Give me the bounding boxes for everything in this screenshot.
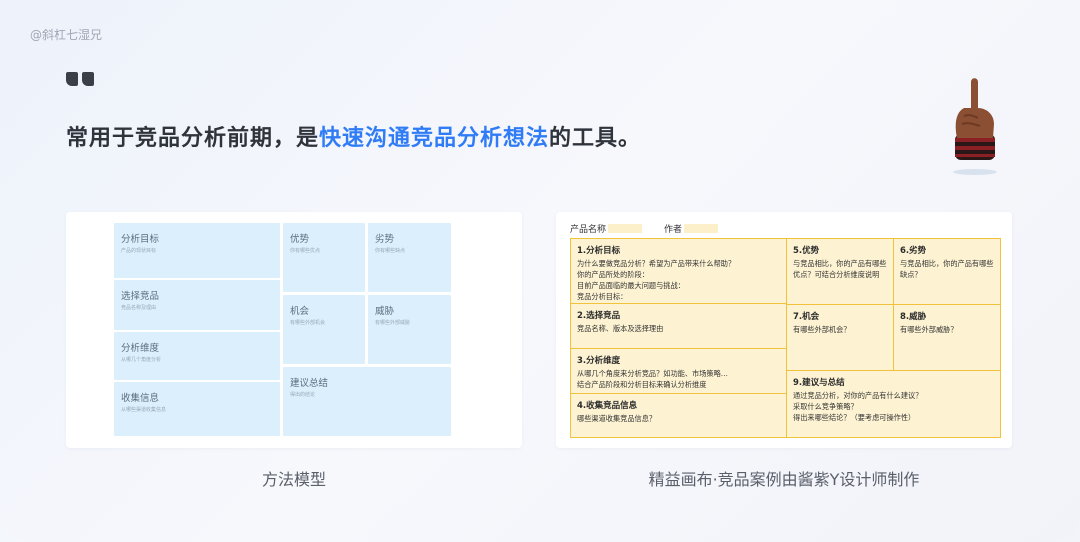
cell-line: 竞品名称、版本及选择理由 (577, 324, 664, 333)
product-name-blank (608, 224, 642, 233)
pointing-hand-icon (953, 78, 997, 175)
cell-line: 竞品分析目标： (577, 292, 628, 301)
lean-canvas-case: 产品名称 作者 1.分析目标 为什么要做竞品分析？希望为产品带来什么帮助？ 你的… (556, 212, 1012, 448)
lean-cell-threat: 8.威胁 有哪些外部威胁？ (893, 304, 1001, 371)
cell-title: 优势 (290, 234, 310, 245)
cell-title: 选择竞品 (121, 291, 160, 302)
cell-line: 优点？可结合分析维度说明 (793, 270, 880, 279)
cell-line: 你的产品所处的阶段： (577, 270, 649, 279)
cell-title: 3.分析维度 (577, 356, 621, 366)
canvas-cell-collect: 收集信息 从哪些渠道收集信息 (114, 382, 280, 436)
cell-subtitle: 竞品名称及理由 (121, 305, 157, 311)
cell-subtitle: 有哪些外部威胁 (375, 320, 411, 326)
headline-post: 的工具。 (549, 126, 642, 151)
cell-line: 从哪几个角度来分析竞品？如功能、市场策略… (577, 369, 728, 378)
lean-cell-summary: 9.建议与总结 通过竞品分析，对你的产品有什么建议？ 采取什么竞争策略？ 得出来… (786, 370, 1001, 438)
cell-title: 4.收集竞品信息 (577, 401, 638, 411)
canvas-cell-summary: 建议总结 得出的结论 (283, 367, 451, 436)
cell-line: 缺点？ (900, 270, 922, 279)
canvas-cell-dimension: 分析维度 从哪几个角度分析 (114, 332, 280, 380)
author-watermark: @斜杠七湿兄 (30, 28, 103, 42)
canvas-cell-weakness: 劣势 你有哪些缺点 (368, 223, 451, 292)
cell-line: 目前产品面临的最大问题与挑战： (577, 281, 685, 290)
cell-title: 6.劣势 (900, 246, 927, 256)
headline-pre: 常用于竞品分析前期，是 (66, 126, 320, 151)
cell-title: 建议总结 (290, 378, 329, 389)
cell-title: 9.建议与总结 (793, 378, 845, 388)
cell-line: 与竞品相比，你的产品有哪些 (900, 259, 994, 268)
quote-mark-icon (66, 72, 94, 86)
cell-title: 2.选择竞品 (577, 311, 621, 321)
lean-cell-dimension: 3.分析维度 从哪几个角度来分析竞品？如功能、市场策略… 结合产品阶段和分析目标… (570, 348, 787, 394)
canvas-cell-threat: 威胁 有哪些外部威胁 (368, 295, 451, 364)
cell-title: 机会 (290, 306, 310, 317)
cell-subtitle: 有哪些外部机会 (290, 320, 326, 326)
cell-line: 有哪些外部威胁？ (900, 325, 958, 334)
cell-title: 1.分析目标 (577, 246, 621, 256)
cell-title: 收集信息 (121, 393, 160, 404)
cell-line: 哪些渠道收集竞品信息？ (577, 414, 657, 423)
cell-title: 威胁 (375, 306, 395, 317)
cell-title: 5.优势 (793, 246, 820, 256)
method-model-canvas: 分析目标 产品的现状目标 选择竞品 竞品名称及理由 分析维度 从哪几个角度分析 … (66, 212, 522, 448)
author-label: 作者 (664, 225, 683, 235)
cell-line: 得出来哪些结论？（要考虑可操作性） (793, 413, 916, 422)
cell-line: 与竞品相比，你的产品有哪些 (793, 259, 887, 268)
author-blank (684, 224, 718, 233)
canvas-cell-select: 选择竞品 竞品名称及理由 (114, 280, 280, 330)
lean-cell-collect: 4.收集竞品信息 哪些渠道收集竞品信息？ (570, 393, 787, 438)
cell-subtitle: 你有哪些缺点 (375, 248, 406, 254)
cell-subtitle: 从哪几个角度分析 (121, 357, 162, 363)
cell-line: 有哪些外部机会？ (793, 325, 851, 334)
headline-highlight: 快速沟通竞品分析想法 (319, 126, 550, 151)
cell-title: 分析目标 (121, 234, 160, 245)
cell-title: 7.机会 (793, 312, 820, 322)
lean-cell-select: 2.选择竞品 竞品名称、版本及选择理由 (570, 303, 787, 349)
cell-subtitle: 你有哪些优点 (290, 248, 321, 254)
cell-line: 结合产品阶段和分析目标来确认分析维度 (577, 380, 707, 389)
cell-line: 采取什么竞争策略？ (793, 402, 858, 411)
canvas-cell-opportunity: 机会 有哪些外部机会 (283, 295, 365, 364)
left-caption: 方法模型 (261, 470, 326, 489)
cell-title: 劣势 (375, 234, 395, 245)
cell-title: 分析维度 (121, 343, 160, 354)
cell-line: 为什么要做竞品分析？希望为产品带来什么帮助？ (577, 259, 736, 268)
right-caption: 精益画布·竞品案例由酱紫Y设计师制作 (648, 470, 920, 489)
canvas-cell-goal: 分析目标 产品的现状目标 (114, 223, 280, 278)
lean-cell-goal: 1.分析目标 为什么要做竞品分析？希望为产品带来什么帮助？ 你的产品所处的阶段：… (570, 238, 787, 304)
canvas-cell-strength: 优势 你有哪些优点 (283, 223, 365, 292)
lean-cell-weakness: 6.劣势 与竞品相比，你的产品有哪些 缺点？ (893, 238, 1001, 305)
cell-subtitle: 从哪些渠道收集信息 (121, 407, 167, 413)
cell-subtitle: 产品的现状目标 (121, 248, 157, 254)
lean-cell-opportunity: 7.机会 有哪些外部机会？ (786, 304, 894, 371)
headline: 常用于竞品分析前期，是快速沟通竞品分析想法的工具。 (66, 120, 641, 152)
product-name-label: 产品名称 (570, 225, 607, 235)
cell-title: 8.威胁 (900, 312, 927, 322)
lean-cell-strength: 5.优势 与竞品相比，你的产品有哪些 优点？可结合分析维度说明 (786, 238, 894, 305)
cell-line: 通过竞品分析，对你的产品有什么建议？ (793, 391, 923, 400)
cell-subtitle: 得出的结论 (290, 392, 316, 398)
